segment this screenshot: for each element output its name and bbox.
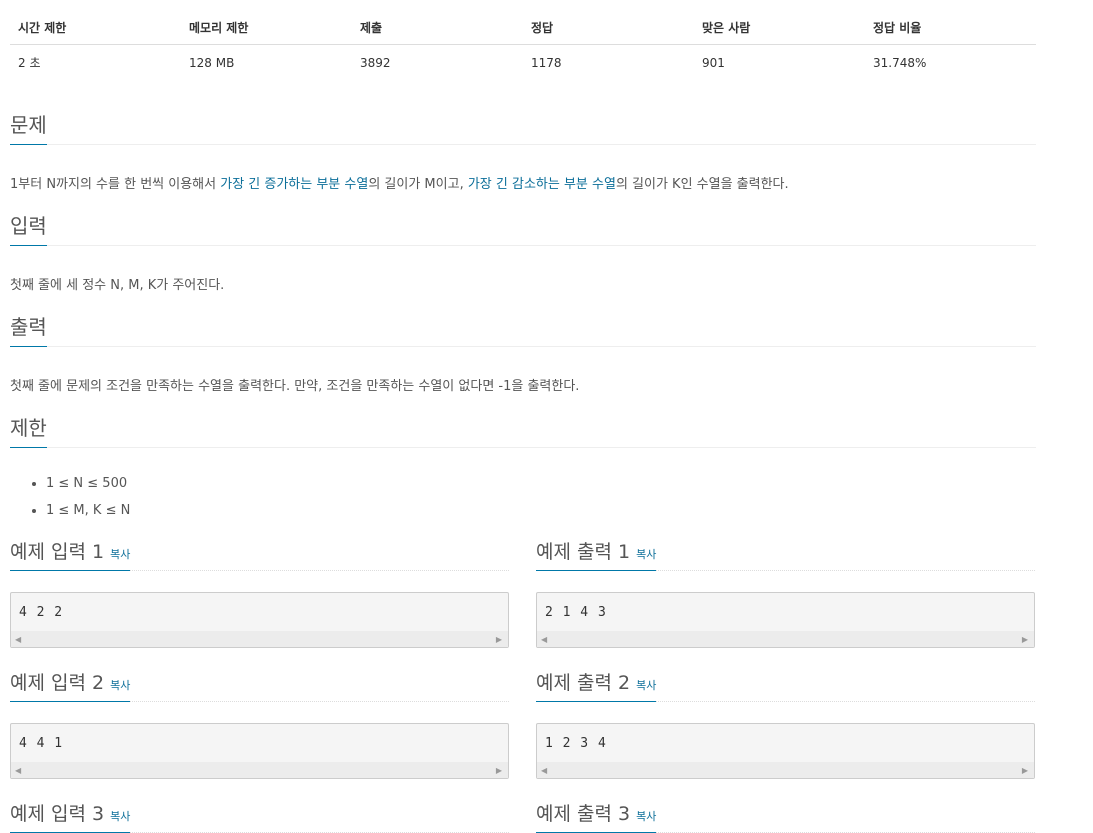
copy-sample-output-2-button[interactable]: 복사 (636, 679, 656, 692)
output-header: 출력 (10, 310, 1036, 347)
sample-input-3-title-text: 예제 입력 3 (10, 803, 105, 825)
sample-input-2-scrollbar[interactable]: ◀ ▶ (11, 762, 508, 778)
sample-output-1: 예제 출력 1 복사 (536, 536, 1035, 571)
input-title: 입력 (10, 210, 47, 246)
sample-input-1-code: 4 2 2 (19, 605, 64, 620)
problem-section: 문제 1부터 N까지의 수를 한 번씩 이용해서 가장 긴 증가하는 부분 수열… (10, 108, 1036, 192)
sample-input-2-title-text: 예제 입력 2 (10, 672, 105, 694)
limit-item: 1 ≤ M, K ≤ N (46, 497, 1036, 524)
scroll-right-arrow-icon[interactable]: ▶ (496, 635, 502, 644)
accept-ratio-value: 31.748% (873, 55, 927, 70)
sample-output-1-code: 2 1 4 3 (545, 605, 607, 620)
lis-link[interactable]: 가장 긴 증가하는 부분 수열 (220, 177, 368, 192)
scroll-right-arrow-icon[interactable]: ▶ (1022, 635, 1028, 644)
problem-header: 문제 (10, 108, 1036, 145)
problem-text-1: 1부터 N까지의 수를 한 번씩 이용해서 (10, 177, 221, 192)
sample-output-2-header: 예제 출력 2 복사 (536, 667, 1035, 702)
sample-output-3-header: 예제 출력 3 복사 (536, 798, 1035, 833)
sample-output-3-title: 예제 출력 3 복사 (536, 799, 657, 833)
problem-description: 1부터 N까지의 수를 한 번씩 이용해서 가장 긴 증가하는 부분 수열의 길… (10, 173, 1036, 192)
time-limit-value: 2 초 (18, 56, 41, 70)
sample-output-1-scrollbar[interactable]: ◀ ▶ (537, 631, 1034, 647)
limits-title: 제한 (10, 412, 47, 448)
copy-sample-output-1-button[interactable]: 복사 (636, 548, 656, 561)
problem-title: 문제 (10, 109, 47, 145)
copy-sample-input-2-button[interactable]: 복사 (110, 679, 130, 692)
sample-input-2-header: 예제 입력 2 복사 (10, 667, 509, 702)
problem-stats-table: 시간 제한 메모리 제한 제출 정답 맞은 사람 정답 비율 2 초 128 M… (10, 0, 1036, 79)
scroll-left-arrow-icon[interactable]: ◀ (541, 766, 547, 775)
sample-input-1-box: 4 2 2 ◀ ▶ (10, 592, 509, 648)
output-title: 출력 (10, 311, 47, 347)
problem-page: 시간 제한 메모리 제한 제출 정답 맞은 사람 정답 비율 2 초 128 M… (10, 0, 1036, 524)
sample-input-1-scrollbar[interactable]: ◀ ▶ (11, 631, 508, 647)
sample-input-2-title: 예제 입력 2 복사 (10, 668, 131, 702)
copy-sample-input-3-button[interactable]: 복사 (110, 810, 130, 823)
time-limit-header: 시간 제한 (10, 0, 181, 45)
copy-sample-input-1-button[interactable]: 복사 (110, 548, 130, 561)
sample-output-2-code: 1 2 3 4 (545, 736, 607, 751)
memory-limit-value: 128 MB (189, 55, 235, 70)
sample-input-2: 예제 입력 2 복사 (10, 667, 509, 702)
sample-output-2-title: 예제 출력 2 복사 (536, 668, 657, 702)
problem-text-2: 의 길이가 M이고, (368, 177, 468, 192)
sample-output-3-title-text: 예제 출력 3 (536, 803, 631, 825)
scroll-left-arrow-icon[interactable]: ◀ (15, 635, 21, 644)
input-description: 첫째 줄에 세 정수 N, M, K가 주어진다. (10, 278, 225, 293)
limits-section: 제한 1 ≤ N ≤ 500 1 ≤ M, K ≤ N (10, 411, 1036, 524)
sample-input-3-header: 예제 입력 3 복사 (10, 798, 509, 833)
accept-ratio-header: 정답 비율 (865, 0, 1036, 45)
sample-output-1-header: 예제 출력 1 복사 (536, 536, 1035, 571)
lds-link[interactable]: 가장 긴 감소하는 부분 수열 (468, 177, 616, 192)
accepted-value: 1178 (531, 55, 562, 70)
sample-output-2-title-text: 예제 출력 2 (536, 672, 631, 694)
input-header: 입력 (10, 209, 1036, 246)
scroll-left-arrow-icon[interactable]: ◀ (541, 635, 547, 644)
sample-input-1-title: 예제 입력 1 복사 (10, 537, 131, 571)
sample-input-3-title: 예제 입력 3 복사 (10, 799, 131, 833)
sample-output-2: 예제 출력 2 복사 (536, 667, 1035, 702)
memory-limit-header: 메모리 제한 (181, 0, 352, 45)
limits-header: 제한 (10, 411, 1036, 448)
scroll-right-arrow-icon[interactable]: ▶ (1022, 766, 1028, 775)
submissions-value: 3892 (360, 55, 391, 70)
sample-output-2-scrollbar[interactable]: ◀ ▶ (537, 762, 1034, 778)
sample-output-1-title-text: 예제 출력 1 (536, 541, 631, 563)
sample-output-2-box: 1 2 3 4 ◀ ▶ (536, 723, 1035, 779)
input-section: 입력 첫째 줄에 세 정수 N, M, K가 주어진다. (10, 209, 1036, 293)
limits-list: 1 ≤ N ≤ 500 1 ≤ M, K ≤ N (10, 470, 1036, 524)
sample-output-1-title: 예제 출력 1 복사 (536, 537, 657, 571)
scroll-left-arrow-icon[interactable]: ◀ (15, 766, 21, 775)
scroll-right-arrow-icon[interactable]: ▶ (496, 766, 502, 775)
sample-input-2-code: 4 4 1 (19, 736, 64, 751)
solved-users-value: 901 (702, 55, 725, 70)
sample-input-1-title-text: 예제 입력 1 (10, 541, 105, 563)
sample-input-1-header: 예제 입력 1 복사 (10, 536, 509, 571)
problem-text-3: 의 길이가 K인 수열을 출력한다. (615, 177, 789, 192)
sample-output-3: 예제 출력 3 복사 (536, 798, 1035, 833)
copy-sample-output-3-button[interactable]: 복사 (636, 810, 656, 823)
submissions-header: 제출 (352, 0, 523, 45)
output-description: 첫째 줄에 문제의 조건을 만족하는 수열을 출력한다. 만약, 조건을 만족하… (10, 379, 580, 394)
sample-input-3: 예제 입력 3 복사 (10, 798, 509, 833)
sample-output-1-box: 2 1 4 3 ◀ ▶ (536, 592, 1035, 648)
stats-value-row: 2 초 128 MB 3892 1178 901 31.748% (10, 45, 1036, 80)
solved-users-header: 맞은 사람 (694, 0, 865, 45)
sample-input-1: 예제 입력 1 복사 (10, 536, 509, 571)
output-section: 출력 첫째 줄에 문제의 조건을 만족하는 수열을 출력한다. 만약, 조건을 … (10, 310, 1036, 394)
sample-input-2-box: 4 4 1 ◀ ▶ (10, 723, 509, 779)
stats-header-row: 시간 제한 메모리 제한 제출 정답 맞은 사람 정답 비율 (10, 0, 1036, 45)
accepted-header: 정답 (523, 0, 694, 45)
limit-item: 1 ≤ N ≤ 500 (46, 470, 1036, 497)
